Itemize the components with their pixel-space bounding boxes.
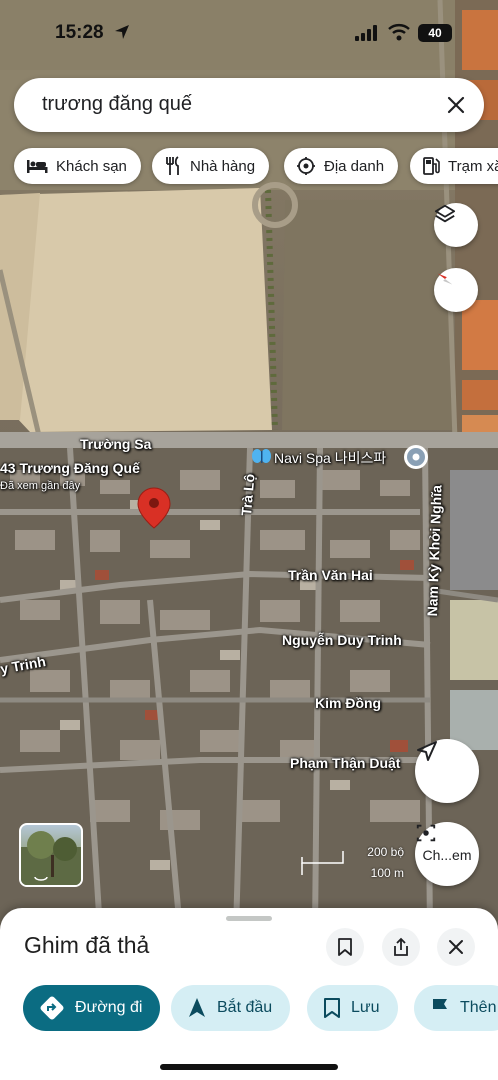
bookmark-icon: [324, 998, 340, 1018]
home-indicator[interactable]: [160, 1064, 338, 1070]
compass-icon: [437, 273, 453, 285]
camera-view-icon: [416, 824, 436, 842]
view-toggle-label: Ch...em: [422, 847, 472, 863]
street-view-thumbnail[interactable]: [19, 823, 83, 887]
chip-restaurants[interactable]: Nhà hàng: [152, 148, 270, 184]
directions-button[interactable]: Đường đi: [23, 985, 161, 1031]
save-button[interactable]: Lưu: [307, 985, 398, 1031]
view-toggle-button[interactable]: Ch...em: [415, 822, 479, 886]
chip-landmarks[interactable]: Địa danh: [284, 148, 399, 184]
navi-spa-label[interactable]: Navi Spa 나비스파: [274, 448, 386, 468]
poi-viewed-label: Đã xem gần đây: [0, 480, 81, 492]
directions-icon: [40, 996, 64, 1020]
layers-icon: [434, 204, 456, 223]
street-label-tran-van-hai: Trần Văn Hai: [288, 567, 373, 583]
add-label-button[interactable]: Thên: [414, 985, 498, 1031]
save-label: Lưu: [351, 999, 380, 1016]
landmark-icon: [297, 157, 315, 175]
hotel-bed-icon: [27, 160, 48, 173]
status-time: 15:28: [55, 22, 104, 43]
scale-imperial: 200 bộ: [367, 845, 404, 859]
bookmark-button[interactable]: [326, 928, 364, 966]
restaurant-icon: [166, 156, 179, 175]
chip-label: Trạm xă: [448, 157, 498, 175]
sheet-title: Ghim đã thả: [24, 932, 150, 958]
share-icon: [394, 937, 408, 956]
chip-label: Địa danh: [324, 157, 385, 175]
status-bar: 15:28 40: [0, 0, 498, 64]
compass-button[interactable]: [434, 268, 478, 312]
street-label-nguyen-duy-trinh: Nguyễn Duy Trinh: [282, 632, 402, 648]
share-button[interactable]: [382, 928, 420, 966]
search-input[interactable]: trương đăng quế: [42, 93, 192, 116]
layers-button[interactable]: [434, 203, 478, 247]
flag-icon: [433, 999, 447, 1018]
location-arrow-icon: [115, 25, 129, 39]
navigation-arrow-icon: [417, 741, 437, 761]
navigation-start-icon: [189, 998, 205, 1017]
chip-hotels[interactable]: Khách sạn: [14, 148, 141, 184]
street-label-kim-dong: Kim Đồng: [315, 695, 382, 711]
add-label: Thên: [460, 999, 497, 1016]
start-label: Bắt đầu: [217, 999, 273, 1016]
battery-level: 40: [428, 26, 442, 40]
sheet-drag-handle[interactable]: [226, 916, 272, 921]
street-label-truong-sa: Trường Sa: [80, 436, 152, 452]
my-location-button[interactable]: [415, 739, 479, 803]
chip-label: Nhà hàng: [190, 157, 256, 175]
chip-label: Khách sạn: [56, 157, 127, 175]
place-bottom-sheet[interactable]: Ghim đã thả Đường đi Bắt đầu Lưu Thên: [0, 908, 498, 1080]
street-view-image: [21, 831, 81, 885]
battery-icon: 40: [418, 24, 452, 42]
scale-metric: 100 m: [370, 866, 404, 880]
gas-station-icon: [423, 157, 440, 175]
close-icon[interactable]: [444, 93, 468, 117]
chip-gas-stations[interactable]: Trạm xă: [410, 148, 498, 184]
satellite-map[interactable]: Trường Sa 43 Trương Đăng Quế Đã xem gần …: [0, 0, 498, 930]
signal-icon: [355, 25, 377, 41]
start-button[interactable]: Bắt đầu: [171, 985, 291, 1031]
close-icon: [449, 940, 463, 954]
bookmark-icon: [338, 938, 352, 956]
street-label-pham-than-duat: Phạm Thận Duật: [290, 755, 401, 771]
search-bar[interactable]: trương đăng quế: [14, 78, 484, 132]
wifi-icon: [388, 24, 410, 41]
map-scale: 200 bộ 100 m: [300, 845, 410, 885]
poi-address-label[interactable]: 43 Trương Đăng Quế: [0, 460, 140, 476]
close-sheet-button[interactable]: [437, 928, 475, 966]
directions-label: Đường đi: [75, 999, 143, 1016]
